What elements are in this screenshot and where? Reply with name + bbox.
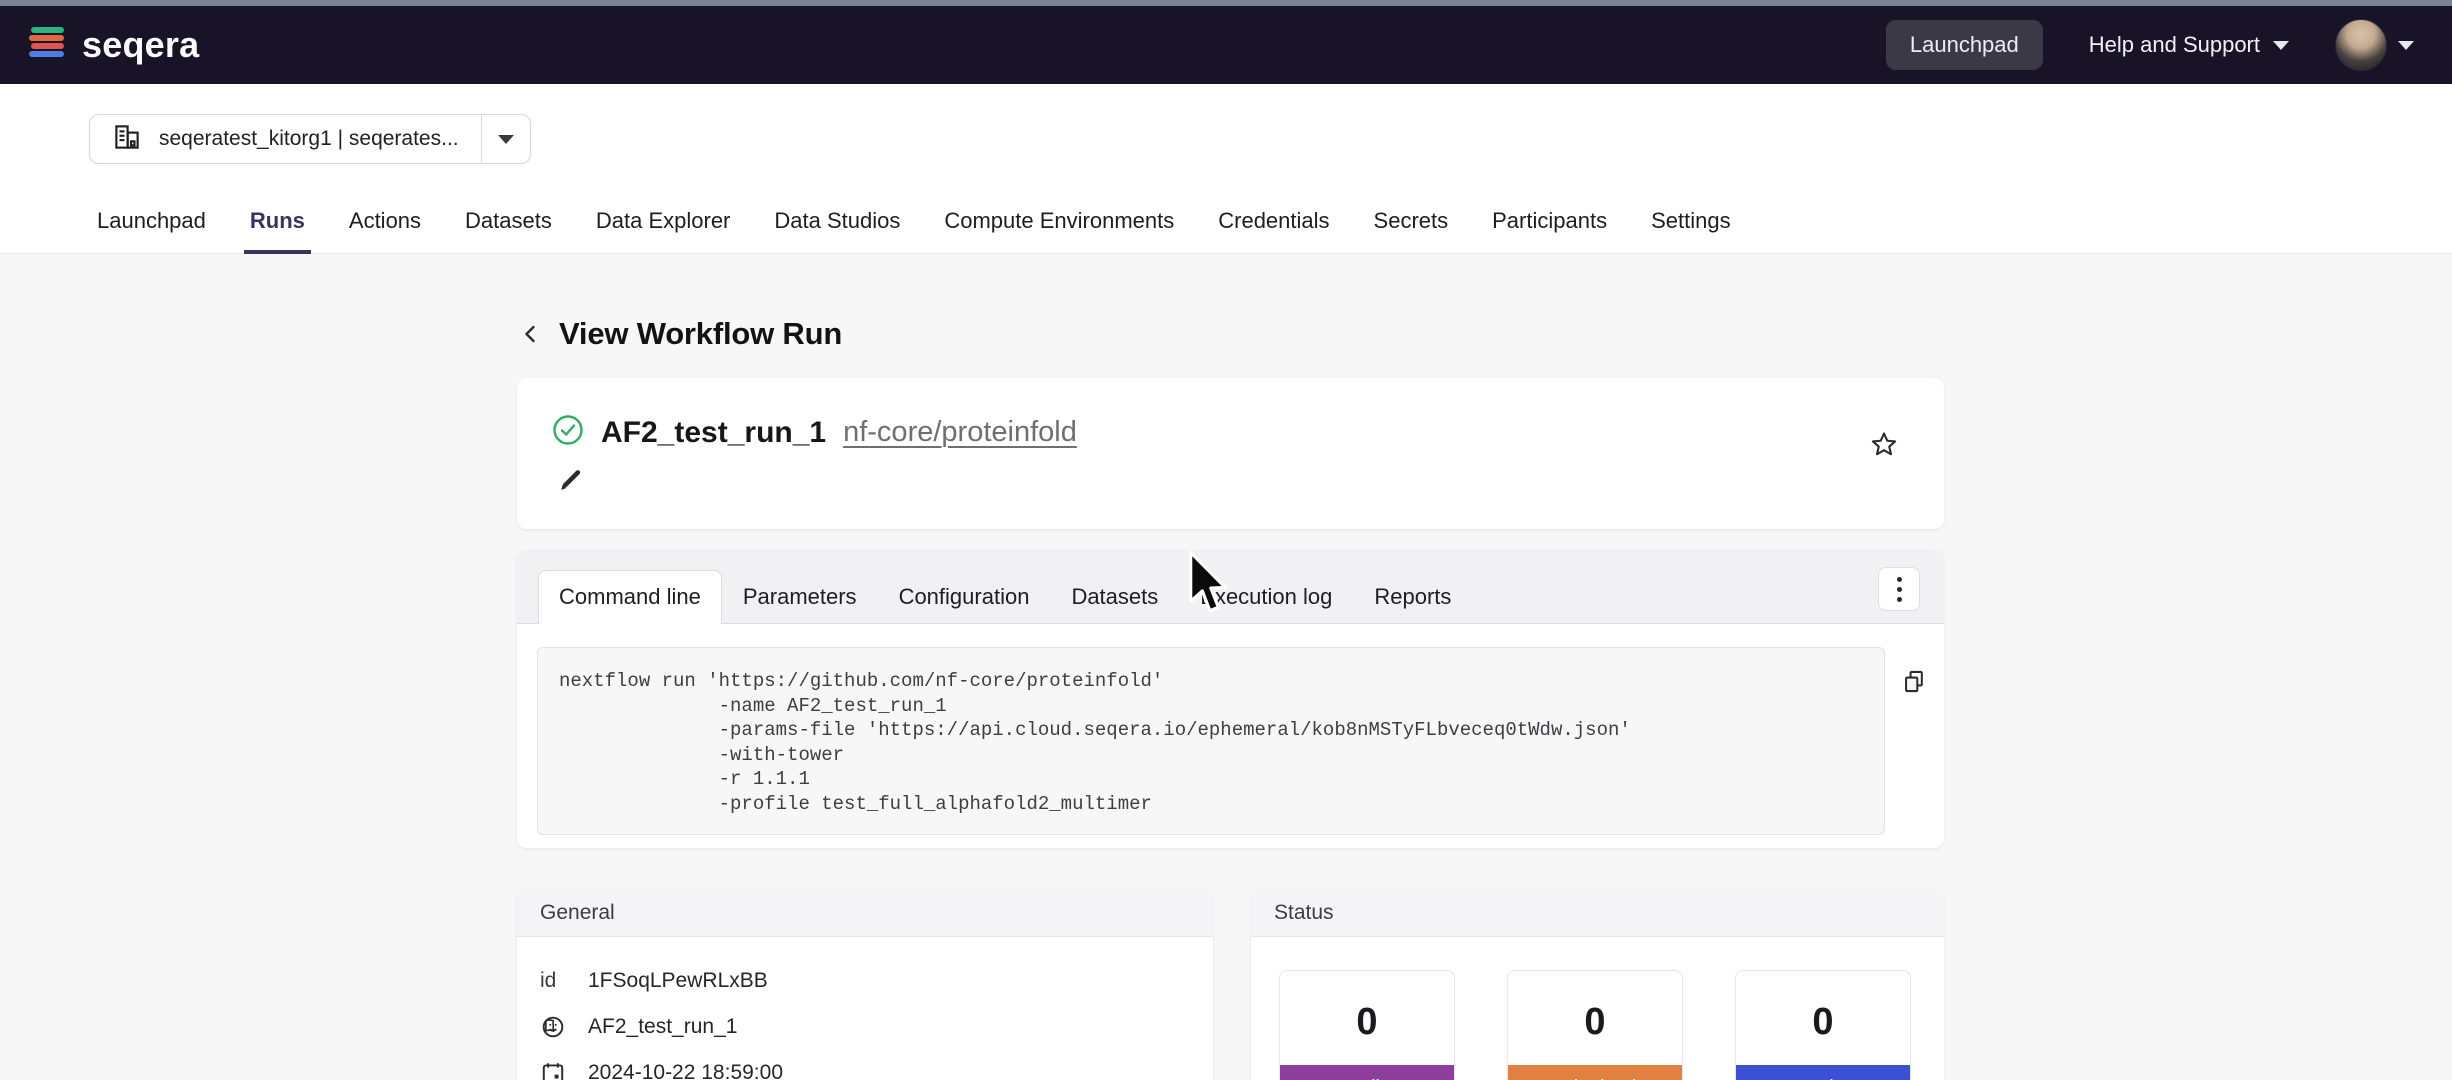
tab-datasets[interactable]: Datasets (1050, 570, 1179, 623)
help-and-support-menu[interactable]: Help and Support (2089, 32, 2289, 58)
running-count: 0 (1736, 971, 1910, 1065)
mouse-cursor (1186, 551, 1230, 622)
tab-reports[interactable]: Reports (1353, 570, 1472, 623)
main-content: View Workflow Run AF2_test_run_1 nf-core… (0, 254, 2452, 1080)
nav-tab-secrets[interactable]: Secrets (1374, 208, 1449, 253)
brand-wordmark: seqera (82, 24, 199, 66)
pending-count: 0 (1280, 971, 1454, 1065)
chevron-down-icon (2398, 41, 2414, 50)
organization-icon (112, 122, 142, 157)
code-line: -profile test_full_alphafold2_multimer (559, 792, 1884, 817)
success-status-icon (552, 414, 584, 451)
run-id-value: 1FSoqLPewRLxBB (588, 969, 768, 993)
app-window: seqera Launchpad Help and Support (0, 0, 2452, 1080)
tab-command-line[interactable]: Command line (538, 570, 722, 624)
code-line: -params-file 'https://api.cloud.seqera.i… (559, 718, 1884, 743)
avatar (2335, 19, 2387, 71)
help-and-support-label: Help and Support (2089, 32, 2260, 58)
running-label: running (1736, 1065, 1910, 1080)
back-button[interactable] (519, 322, 543, 346)
submitted-label: submitted (1508, 1065, 1682, 1080)
run-name: AF2_test_run_1 (601, 416, 826, 450)
run-detail-tabs: Command line Parameters Configuration Da… (517, 550, 1944, 624)
chevron-down-icon (2273, 41, 2289, 50)
nav-tab-datasets[interactable]: Datasets (465, 208, 552, 253)
workspace-selector-label: seqeratest_kitorg1 | seqerates... (159, 127, 459, 151)
run-detail-card: Command line Parameters Configuration Da… (517, 550, 1944, 848)
workspace-header: seqeratest_kitorg1 | seqerates... Launch… (0, 84, 2452, 254)
general-card: General id 1FSoqLPewRLxBB (517, 889, 1213, 1080)
command-line-code: nextflow run 'https://github.com/nf-core… (537, 647, 1885, 835)
pending-label: pending (1280, 1065, 1454, 1080)
launchpad-button[interactable]: Launchpad (1886, 20, 2043, 70)
nav-tab-settings[interactable]: Settings (1651, 208, 1731, 253)
workspace-selector-caret[interactable] (482, 115, 530, 163)
nav-tab-compute-environments[interactable]: Compute Environments (944, 208, 1174, 253)
user-menu[interactable] (2335, 19, 2414, 71)
code-line: -with-tower (559, 743, 1884, 768)
run-date-value: 2024-10-22 18:59:00 (588, 1061, 783, 1080)
submitted-count: 0 (1508, 971, 1682, 1065)
run-name-icon (540, 1014, 568, 1040)
nav-tab-data-explorer[interactable]: Data Explorer (596, 208, 731, 253)
status-card: Status 0 pending 0 submitted (1251, 889, 1944, 1080)
calendar-icon (540, 1060, 568, 1080)
status-box-submitted: 0 submitted (1507, 970, 1683, 1080)
star-icon[interactable] (1870, 430, 1898, 461)
nav-tab-runs[interactable]: Runs (250, 208, 305, 253)
tab-parameters[interactable]: Parameters (722, 570, 878, 623)
brand[interactable]: seqera (26, 22, 199, 69)
seqera-logo-icon (26, 22, 68, 69)
edit-pencil-icon[interactable] (558, 480, 584, 497)
general-row-id: id 1FSoqLPewRLxBB (540, 958, 1213, 1004)
nav-tab-data-studios[interactable]: Data Studios (774, 208, 900, 253)
code-line: -r 1.1.1 (559, 767, 1884, 792)
page-title: View Workflow Run (559, 316, 842, 352)
nav-tab-actions[interactable]: Actions (349, 208, 421, 253)
tab-configuration[interactable]: Configuration (878, 570, 1051, 623)
status-card-title: Status (1251, 889, 1944, 937)
code-line: -name AF2_test_run_1 (559, 694, 1884, 719)
general-card-title: General (517, 889, 1213, 937)
copy-icon[interactable] (1901, 666, 1928, 700)
nav-tab-launchpad[interactable]: Launchpad (97, 208, 206, 253)
workspace-selector[interactable]: seqeratest_kitorg1 | seqerates... (89, 114, 531, 164)
run-name-value: AF2_test_run_1 (588, 1015, 737, 1039)
status-box-pending: 0 pending (1279, 970, 1455, 1080)
nav-tab-credentials[interactable]: Credentials (1218, 208, 1329, 253)
general-row-name: AF2_test_run_1 (540, 1004, 1213, 1050)
nav-tab-participants[interactable]: Participants (1492, 208, 1607, 253)
topbar: seqera Launchpad Help and Support (0, 6, 2452, 84)
workspace-nav-tabs: Launchpad Runs Actions Datasets Data Exp… (0, 164, 2452, 254)
more-options-button[interactable] (1878, 567, 1920, 611)
run-header-card: AF2_test_run_1 nf-core/proteinfold (517, 378, 1944, 529)
pipeline-link[interactable]: nf-core/proteinfold (843, 416, 1077, 449)
general-row-date: 2024-10-22 18:59:00 (540, 1050, 1213, 1080)
id-label: id (540, 969, 568, 993)
code-line: nextflow run 'https://github.com/nf-core… (559, 669, 1884, 694)
chevron-down-icon (498, 135, 514, 144)
status-box-running: 0 running (1735, 970, 1911, 1080)
